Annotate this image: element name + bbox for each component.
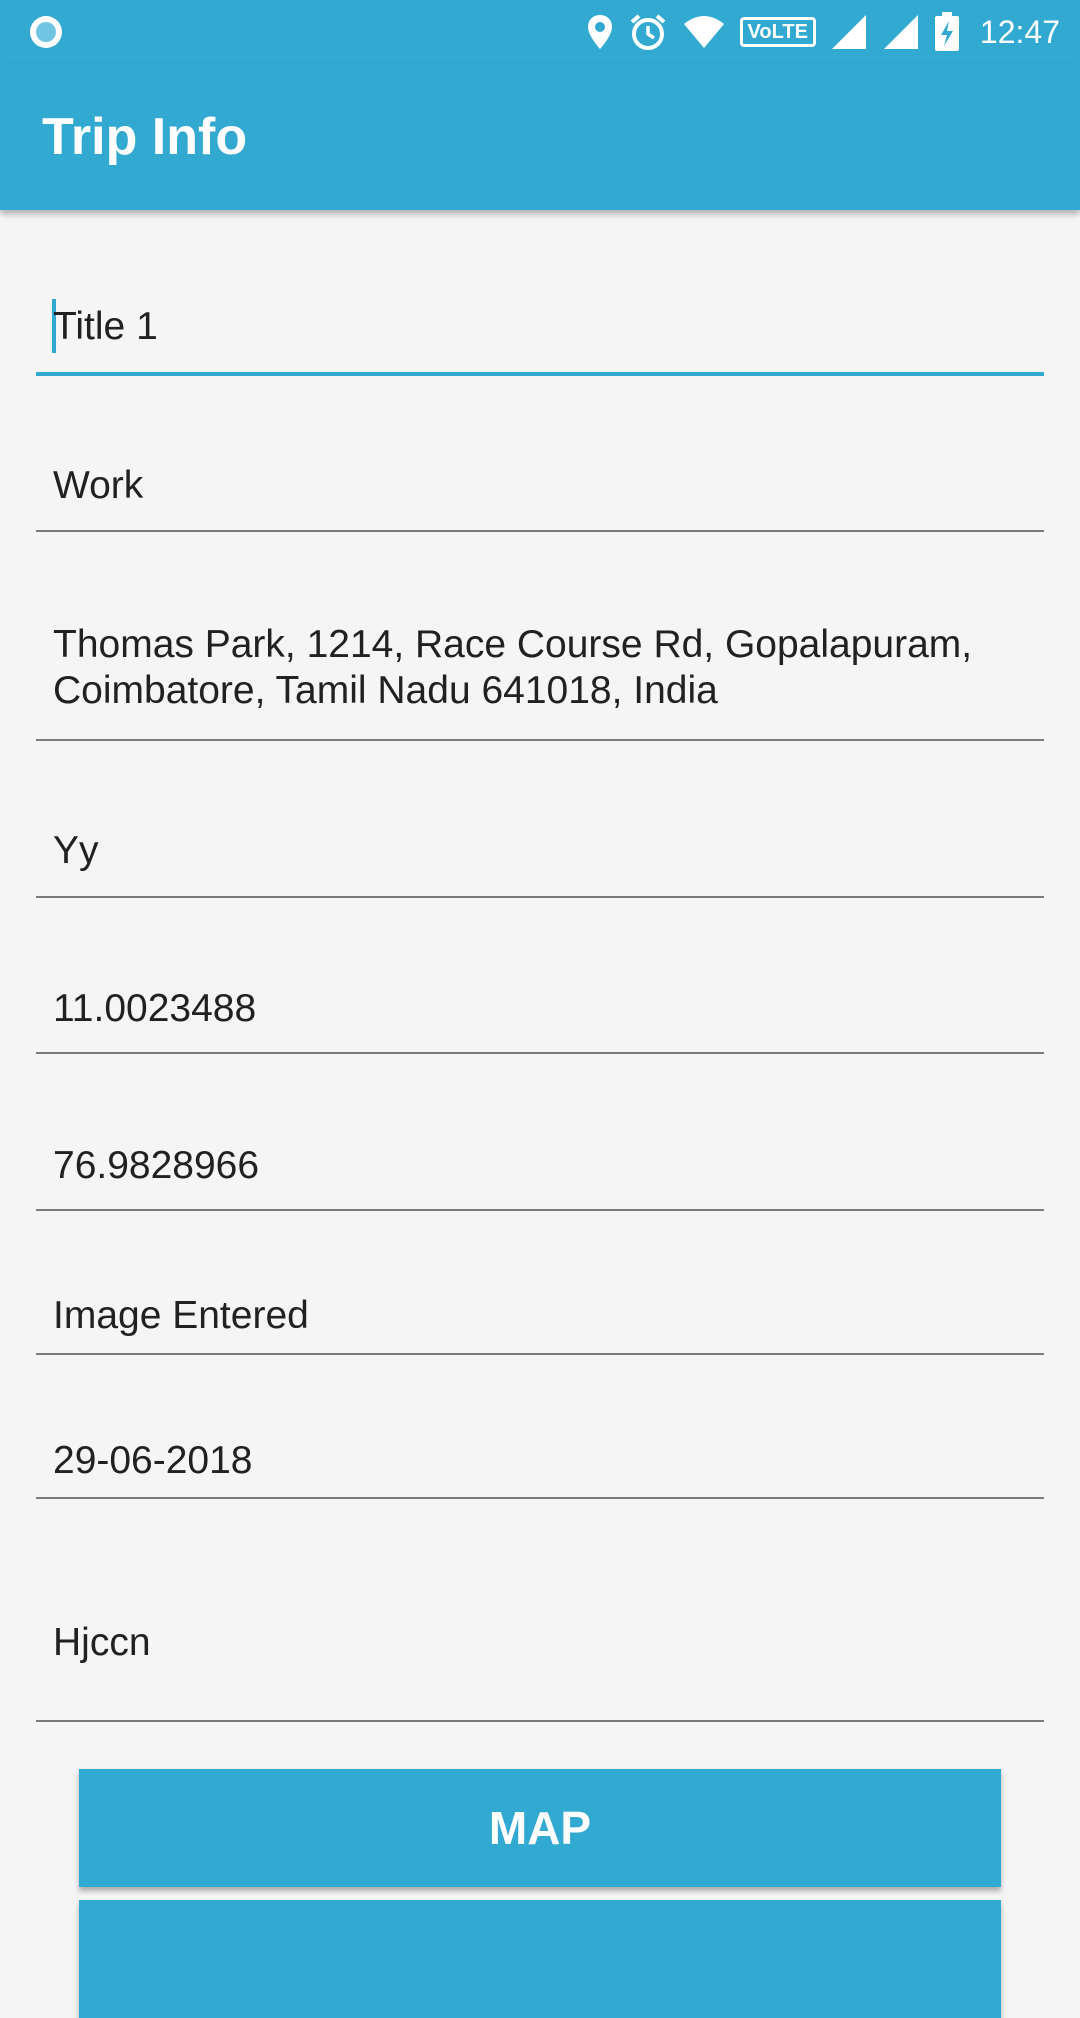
notes-field[interactable]: Yy <box>36 810 1044 898</box>
app-bar: Trip Info <box>0 63 1080 210</box>
longitude-value: 76.9828966 <box>53 1144 260 1187</box>
category-field[interactable]: Work <box>36 440 1044 532</box>
signal-icon <box>882 13 920 51</box>
category-value: Work <box>53 464 144 507</box>
address-field[interactable]: Thomas Park, 1214, Race Course Rd, Gopal… <box>36 600 1044 741</box>
status-bar: VoLTE 12:47 <box>0 0 1080 63</box>
signal-icon <box>830 13 868 51</box>
map-button[interactable]: MAP <box>79 1769 1001 1887</box>
image-status-field[interactable]: Image Entered <box>36 1280 1044 1355</box>
latitude-value: 11.0023488 <box>53 987 257 1030</box>
image-status-value: Image Entered <box>53 1294 309 1337</box>
description-field[interactable]: Hjccn <box>36 1580 1044 1722</box>
wifi-icon <box>682 14 726 50</box>
record-icon <box>28 14 64 50</box>
location-icon <box>586 13 614 51</box>
status-time: 12:47 <box>979 13 1060 50</box>
volte-icon: VoLTE <box>739 17 816 47</box>
latitude-field[interactable]: 11.0023488 <box>36 966 1044 1054</box>
notes-value: Yy <box>53 829 99 872</box>
description-value: Hjccn <box>53 1621 151 1664</box>
battery-charging-icon <box>934 12 960 52</box>
title-field[interactable]: Title 1 <box>36 280 1044 376</box>
date-value: 29-06-2018 <box>53 1439 253 1482</box>
title-value: Title 1 <box>53 305 158 348</box>
secondary-button[interactable] <box>79 1900 1001 2018</box>
date-field[interactable]: 29-06-2018 <box>36 1424 1044 1499</box>
page-title: Trip Info <box>42 108 248 166</box>
alarm-icon <box>628 12 668 52</box>
longitude-field[interactable]: 76.9828966 <box>36 1123 1044 1211</box>
address-value: Thomas Park, 1214, Race Course Rd, Gopal… <box>53 623 973 712</box>
